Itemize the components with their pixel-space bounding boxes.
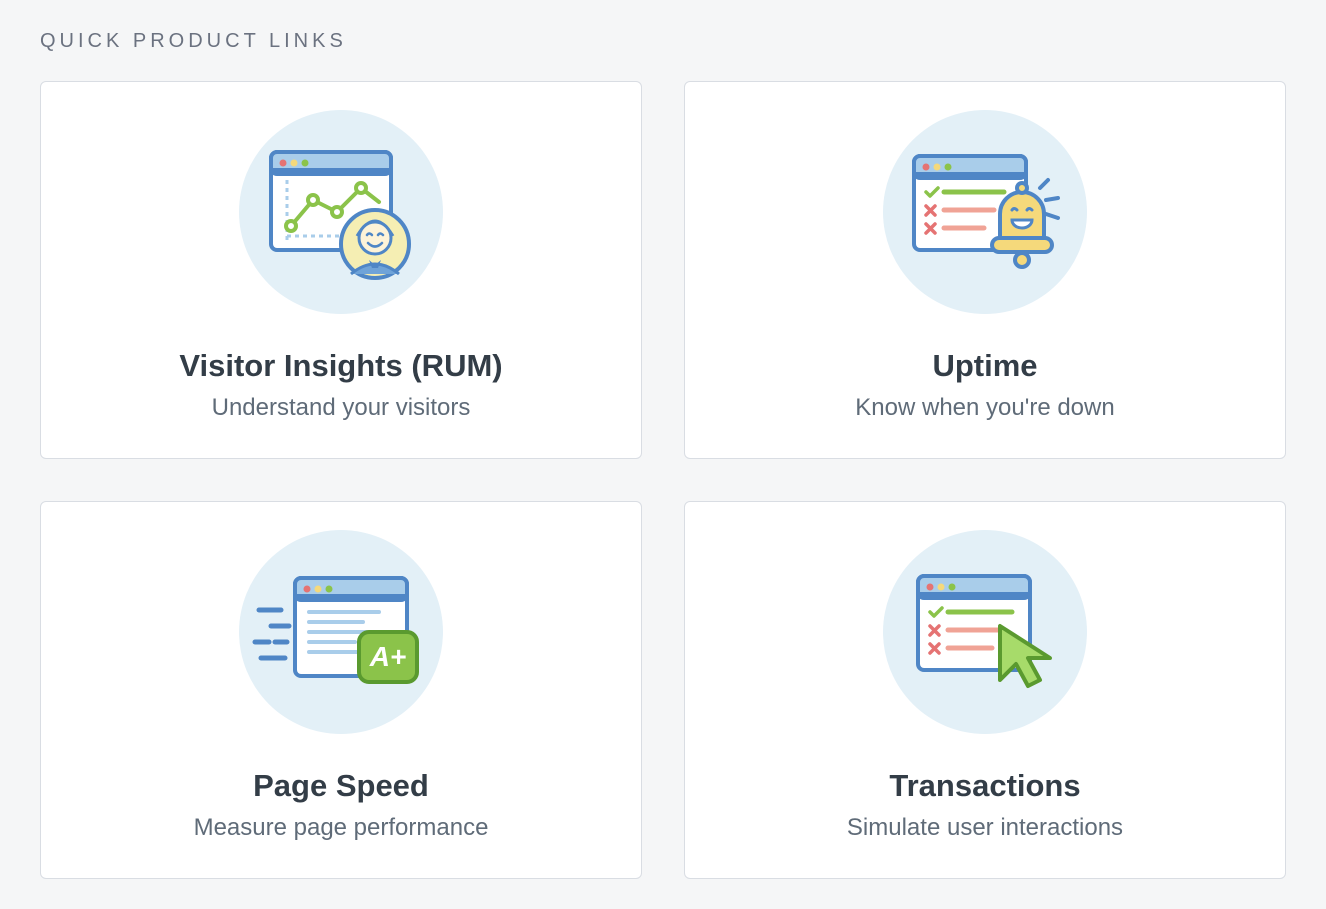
card-title: Uptime [932,348,1037,384]
card-grid: Visitor Insights (RUM) Understand your v… [40,81,1286,879]
card-title: Page Speed [253,768,429,804]
svg-text:A+: A+ [369,641,407,672]
section-title: QUICK PRODUCT LINKS [40,30,1286,53]
card-title: Transactions [889,768,1080,804]
card-subtitle: Simulate user interactions [847,814,1123,842]
card-visitor-insights[interactable]: Visitor Insights (RUM) Understand your v… [40,81,642,459]
card-subtitle: Understand your visitors [212,394,471,422]
card-transactions[interactable]: Transactions Simulate user interactions [684,501,1286,879]
transactions-icon [883,530,1087,734]
page-speed-icon: A+ [239,530,443,734]
card-uptime[interactable]: Uptime Know when you're down [684,81,1286,459]
card-page-speed[interactable]: A+ Page Speed Measure page performance [40,501,642,879]
visitor-insights-icon [239,110,443,314]
card-subtitle: Know when you're down [855,394,1114,422]
card-title: Visitor Insights (RUM) [179,348,502,384]
card-subtitle: Measure page performance [194,814,489,842]
uptime-icon [883,110,1087,314]
